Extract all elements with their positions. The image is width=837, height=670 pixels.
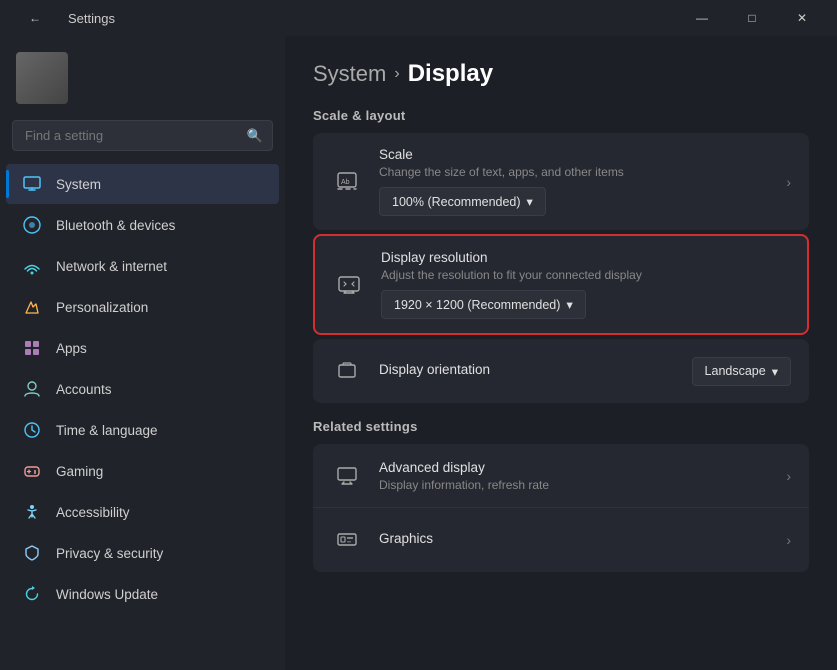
- breadcrumb-parent[interactable]: System: [313, 61, 386, 87]
- titlebar: ← Settings — □ ✕: [0, 0, 837, 36]
- sidebar-item-time[interactable]: Time & language: [6, 410, 279, 450]
- sidebar-item-accounts[interactable]: Accounts: [6, 369, 279, 409]
- svg-text:Ab: Ab: [341, 179, 350, 186]
- bluetooth-icon: [22, 215, 42, 235]
- orientation-title: Display orientation: [379, 362, 676, 377]
- sidebar-item-label-update: Windows Update: [56, 587, 158, 602]
- sidebar-item-network[interactable]: Network & internet: [6, 246, 279, 286]
- graphics-content: Graphics: [379, 531, 770, 549]
- advanced-display-desc: Display information, refresh rate: [379, 478, 770, 492]
- orientation-card: Display orientation Landscape ▾: [313, 339, 809, 403]
- resolution-row-content: Display resolution Adjust the resolution…: [381, 250, 789, 319]
- accessibility-icon: [22, 502, 42, 522]
- update-icon: [22, 584, 42, 604]
- sidebar-item-system[interactable]: System: [6, 164, 279, 204]
- scale-chevron-right: ›: [786, 174, 791, 190]
- titlebar-controls: — □ ✕: [679, 0, 825, 36]
- app-body: 🔍 System Blue: [0, 36, 837, 670]
- sidebar-item-label-accessibility: Accessibility: [56, 505, 130, 520]
- main-content: System › Display Scale & layout Ab Scale…: [285, 36, 837, 670]
- resolution-dropdown-chevron: ▾: [566, 297, 572, 312]
- time-icon: [22, 420, 42, 440]
- sidebar-item-privacy[interactable]: Privacy & security: [6, 533, 279, 573]
- resolution-icon: [333, 269, 365, 301]
- scale-dropdown[interactable]: 100% (Recommended) ▾: [379, 187, 546, 216]
- scale-row[interactable]: Ab Scale Change the size of text, apps, …: [313, 133, 809, 230]
- resolution-card-highlighted: Display resolution Adjust the resolution…: [313, 234, 809, 335]
- advanced-display-chevron: ›: [786, 468, 791, 484]
- scale-card: Ab Scale Change the size of text, apps, …: [313, 133, 809, 230]
- close-button[interactable]: ✕: [779, 0, 825, 36]
- gaming-icon: [22, 461, 42, 481]
- sidebar-item-gaming[interactable]: Gaming: [6, 451, 279, 491]
- sidebar-item-label-gaming: Gaming: [56, 464, 103, 479]
- sidebar-item-bluetooth[interactable]: Bluetooth & devices: [6, 205, 279, 245]
- advanced-display-title: Advanced display: [379, 460, 770, 475]
- search-icon: 🔍: [247, 128, 263, 144]
- personalization-icon: [22, 297, 42, 317]
- sidebar-item-label-system: System: [56, 177, 101, 192]
- sidebar-nav: System Bluetooth & devices: [0, 163, 285, 615]
- advanced-display-content: Advanced display Display information, re…: [379, 460, 770, 492]
- maximize-button[interactable]: □: [729, 0, 775, 36]
- sidebar-item-label-privacy: Privacy & security: [56, 546, 163, 561]
- titlebar-left: ← Settings: [12, 0, 115, 36]
- orientation-dropdown-chevron: ▾: [772, 364, 778, 379]
- graphics-chevron: ›: [786, 532, 791, 548]
- advanced-display-icon: [331, 460, 363, 492]
- system-icon: [22, 174, 42, 194]
- sidebar-item-label-personalization: Personalization: [56, 300, 148, 315]
- scale-title: Scale: [379, 147, 770, 162]
- breadcrumb-current: Display: [408, 60, 493, 88]
- network-icon: [22, 256, 42, 276]
- graphics-title: Graphics: [379, 531, 770, 546]
- orientation-icon: [331, 355, 363, 387]
- sidebar-item-label-accounts: Accounts: [56, 382, 112, 397]
- scale-row-content: Scale Change the size of text, apps, and…: [379, 147, 770, 216]
- minimize-button[interactable]: —: [679, 0, 725, 36]
- search-box: 🔍: [12, 120, 273, 151]
- avatar-image: [16, 52, 68, 104]
- advanced-display-row[interactable]: Advanced display Display information, re…: [313, 444, 809, 508]
- orientation-row[interactable]: Display orientation Landscape ▾: [313, 339, 809, 403]
- sidebar: 🔍 System Blue: [0, 36, 285, 670]
- scale-desc: Change the size of text, apps, and other…: [379, 165, 770, 179]
- scale-icon: Ab: [331, 166, 363, 198]
- profile-section: [0, 36, 285, 116]
- sidebar-item-label-network: Network & internet: [56, 259, 167, 274]
- advanced-display-action: ›: [786, 468, 791, 484]
- sidebar-item-accessibility[interactable]: Accessibility: [6, 492, 279, 532]
- apps-icon: [22, 338, 42, 358]
- resolution-dropdown[interactable]: 1920 × 1200 (Recommended) ▾: [381, 290, 586, 319]
- orientation-dropdown[interactable]: Landscape ▾: [692, 357, 791, 386]
- accounts-icon: [22, 379, 42, 399]
- page-header: System › Display: [313, 60, 809, 88]
- orientation-row-action: Landscape ▾: [692, 357, 791, 386]
- scale-dropdown-chevron: ▾: [527, 194, 533, 209]
- breadcrumb-arrow: ›: [394, 65, 399, 83]
- sidebar-item-label-bluetooth: Bluetooth & devices: [56, 218, 175, 233]
- titlebar-title: Settings: [68, 11, 115, 26]
- resolution-row[interactable]: Display resolution Adjust the resolution…: [333, 250, 789, 319]
- sidebar-item-label-apps: Apps: [56, 341, 87, 356]
- back-button[interactable]: ←: [12, 0, 58, 36]
- sidebar-item-label-time: Time & language: [56, 423, 158, 438]
- resolution-title: Display resolution: [381, 250, 789, 265]
- resolution-desc: Adjust the resolution to fit your connec…: [381, 268, 789, 282]
- scale-row-action: ›: [786, 174, 791, 190]
- sidebar-item-personalization[interactable]: Personalization: [6, 287, 279, 327]
- privacy-icon: [22, 543, 42, 563]
- related-settings-title: Related settings: [313, 419, 809, 434]
- scale-layout-section-title: Scale & layout: [313, 108, 809, 123]
- related-settings-card: Advanced display Display information, re…: [313, 444, 809, 572]
- graphics-row[interactable]: Graphics ›: [313, 508, 809, 572]
- search-input[interactable]: [12, 120, 273, 151]
- avatar: [16, 52, 68, 104]
- graphics-action: ›: [786, 532, 791, 548]
- sidebar-item-update[interactable]: Windows Update: [6, 574, 279, 614]
- sidebar-item-apps[interactable]: Apps: [6, 328, 279, 368]
- orientation-row-content: Display orientation: [379, 362, 676, 380]
- graphics-icon: [331, 524, 363, 556]
